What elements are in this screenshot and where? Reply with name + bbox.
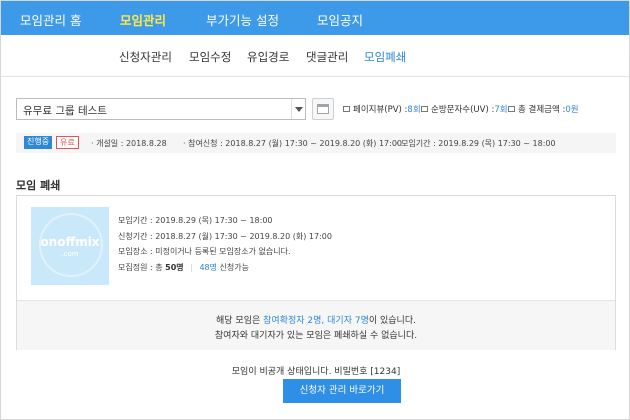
tab-close-event[interactable]: 모임폐쇄: [364, 49, 406, 65]
visitors-stat: 순방문자수(UV) :7회: [421, 103, 508, 115]
nav-item-manage[interactable]: 모임관리: [120, 10, 166, 29]
tab-applicants[interactable]: 신청자관리: [119, 49, 172, 65]
calendar-button[interactable]: [312, 98, 334, 120]
notice-line-1: 해당 모임은 참여확정자 2명, 대기자 7명이 있습니다.: [216, 316, 416, 326]
page-frame: 모임관리 홈 모임관리 부가기능 설정 모임공지 신청자관리 모임수정 유입경로…: [0, 0, 630, 420]
application-period: · 참여신청 : 2018.8.27 (월) 17:30 ~ 2019.8.20…: [183, 139, 403, 148]
visitor-icon: [421, 106, 428, 112]
event-thumbnail: onoffmix .com: [31, 207, 109, 285]
go-to-applicants-button[interactable]: 신청자 관리 바로가기: [283, 379, 401, 403]
thumbnail-logo-sub: .com: [61, 250, 79, 258]
top-nav: 모임관리 홈 모임관리 부가기능 설정 모임공지: [1, 1, 629, 35]
opened-date: · 개설일 : 2018.8.28: [91, 139, 167, 148]
tab-comments[interactable]: 댓글관리: [306, 49, 348, 65]
paid-badge: 유료: [56, 136, 79, 149]
section-title: 모임 폐쇄: [16, 179, 61, 192]
event-select-value: 유무료 그룹 테스트: [23, 105, 107, 117]
notice-highlight: 참여확정자 2명, 대기자 7명: [263, 316, 369, 326]
payment-icon: [508, 106, 515, 112]
event-select[interactable]: 유무료 그룹 테스트: [16, 98, 306, 120]
nav-item-addon-settings[interactable]: 부가기능 설정: [206, 10, 279, 29]
capacity-applied: 48명: [199, 263, 217, 272]
close-notice: 해당 모임은 참여확정자 2명, 대기자 7명이 있습니다. 참여자와 대기자가…: [17, 300, 615, 350]
nav-item-notice[interactable]: 모임공지: [317, 10, 363, 29]
event-period: · 모임기간 : 2019.8.29 (목) 17:30 ~ 18:00: [396, 139, 556, 148]
notice-line-2: 참여자와 대기자가 있는 모임은 폐쇄하실 수 없습니다.: [214, 331, 418, 341]
payment-stat: 총 결제금액 :0원: [508, 103, 579, 115]
pageviews-stat: 페이지뷰(PV) :8회: [343, 103, 421, 115]
private-status-message: 모임이 비공개 상태입니다. 비밀번호 [1234]: [231, 367, 401, 377]
event-info-bar: 진행중 유료 · 개설일 : 2018.8.28 · 참여신청 : 2018.8…: [16, 133, 616, 153]
toolbar: 유무료 그룹 테스트 페이지뷰(PV) :8회 순방문자수(UV) :7회 총 …: [16, 98, 616, 120]
detail-application-period: 신청기간 : 2018.8.27 (월) 17:30 ~ 2019.8.20 (…: [118, 232, 332, 241]
detail-event-period: 모임기간 : 2019.8.29 (목) 17:30 ~ 18:00: [118, 216, 273, 225]
capacity-total: 50명: [165, 263, 184, 272]
status-badge: 진행중: [24, 136, 53, 149]
sub-nav: 신청자관리 모임수정 유입경로 댓글관리 모임폐쇄: [1, 35, 629, 77]
nav-item-home[interactable]: 모임관리 홈: [20, 10, 81, 29]
event-card: onoffmix .com 모임기간 : 2019.8.29 (목) 17:30…: [16, 195, 616, 350]
chevron-down-icon[interactable]: [291, 99, 305, 119]
calendar-icon: [317, 104, 329, 114]
tab-traffic-source[interactable]: 유입경로: [247, 49, 289, 65]
pageview-icon: [343, 106, 350, 112]
separator: |: [190, 263, 193, 272]
detail-capacity: 모집정원 : 총 50명 | 48명 신청가능: [118, 263, 249, 272]
thumbnail-logo: onoffmix: [40, 235, 100, 249]
detail-location: 모임장소 : 미정이거나 등록된 모임장소가 없습니다.: [118, 247, 291, 256]
tab-edit-event[interactable]: 모임수정: [189, 49, 231, 65]
